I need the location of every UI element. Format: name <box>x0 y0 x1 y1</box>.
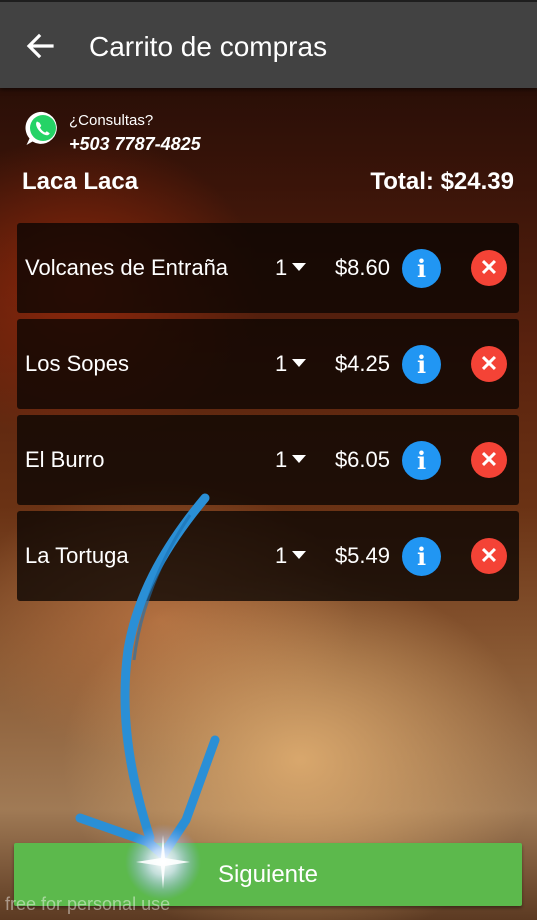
item-price: $4.25 <box>334 351 390 376</box>
whatsapp-icon[interactable] <box>24 110 62 148</box>
item-price: $5.49 <box>334 543 390 568</box>
info-icon: i <box>416 350 427 379</box>
info-button[interactable]: i <box>402 249 441 288</box>
remove-button[interactable]: ✕ <box>471 538 507 574</box>
close-icon: ✕ <box>479 543 499 568</box>
item-name: Los Sopes <box>25 351 129 376</box>
cart-item: Los Sopes 1 $4.25 i ✕ <box>17 319 519 409</box>
close-icon: ✕ <box>479 351 499 376</box>
cart-list: Volcanes de Entraña 1 $8.60 i ✕ Los Sope… <box>17 223 519 607</box>
dropdown-caret-icon[interactable] <box>292 551 306 559</box>
item-price: $8.60 <box>334 255 390 280</box>
dropdown-caret-icon[interactable] <box>292 359 306 367</box>
info-button[interactable]: i <box>402 537 441 576</box>
cart-item: Volcanes de Entraña 1 $8.60 i ✕ <box>17 223 519 313</box>
info-button[interactable]: i <box>402 441 441 480</box>
close-icon: ✕ <box>479 447 499 472</box>
remove-button[interactable]: ✕ <box>471 442 507 478</box>
item-name: El Burro <box>25 447 105 472</box>
cart-total: Total: $24.39 <box>370 168 514 195</box>
arrow-left-icon <box>26 33 54 59</box>
contact-phone[interactable]: +503 7787-4825 <box>69 133 201 155</box>
contact-label: ¿Consultas? <box>69 112 154 129</box>
close-icon: ✕ <box>479 255 499 280</box>
app-bar: Carrito de compras <box>0 0 537 88</box>
item-name: Volcanes de Entraña <box>25 255 229 280</box>
remove-button[interactable]: ✕ <box>471 250 507 286</box>
page-title: Carrito de compras <box>89 31 328 62</box>
dropdown-caret-icon[interactable] <box>292 455 306 463</box>
info-icon: i <box>416 446 427 475</box>
watermark-text: free for personal use <box>5 894 171 914</box>
item-name: La Tortuga <box>25 543 129 568</box>
item-price: $6.05 <box>334 447 390 472</box>
dropdown-caret-icon[interactable] <box>292 263 306 271</box>
info-icon: i <box>416 542 427 571</box>
cart-item: La Tortuga 1 $5.49 i ✕ <box>17 511 519 601</box>
cart-item: El Burro 1 $6.05 i ✕ <box>17 415 519 505</box>
info-button[interactable]: i <box>402 345 441 384</box>
store-name: Laca Laca <box>22 168 139 195</box>
back-button[interactable] <box>22 28 58 64</box>
info-icon: i <box>416 254 427 283</box>
remove-button[interactable]: ✕ <box>471 346 507 382</box>
